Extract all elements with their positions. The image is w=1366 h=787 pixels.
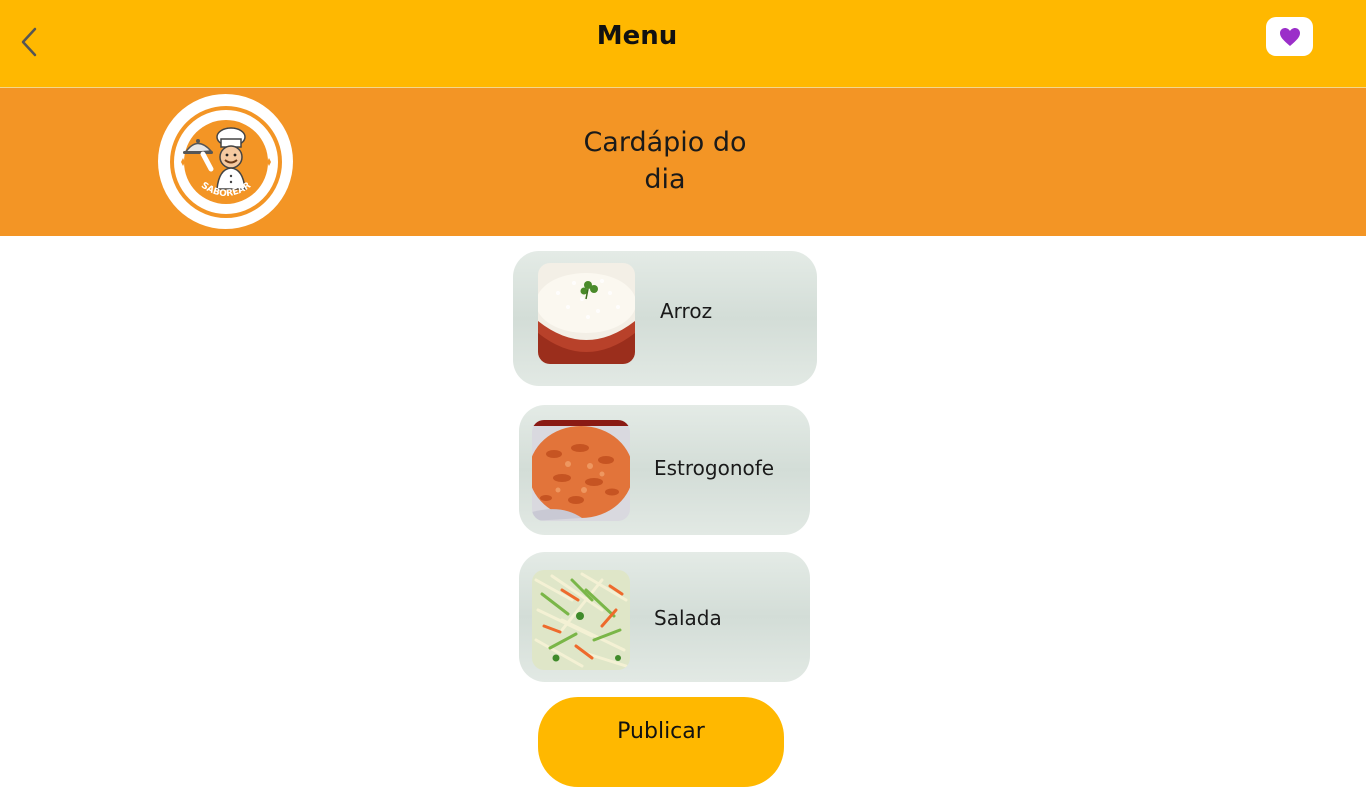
page-title: Menu	[596, 21, 678, 51]
menu-item-label: Arroz	[660, 299, 713, 323]
menu-item-label: Salada	[654, 606, 722, 630]
rice-dish-image	[538, 263, 635, 364]
menu-item-label: Estrogonofe	[654, 456, 775, 480]
publish-button-label: Publicar	[617, 719, 705, 744]
menu-banner: SABOREAR Cardápio do dia	[0, 88, 1366, 236]
stroganoff-dish-image	[532, 420, 630, 521]
top-app-bar: Menu	[0, 0, 1366, 88]
chef-logo-icon: SABOREAR	[169, 105, 282, 218]
restaurant-logo: SABOREAR	[158, 94, 293, 229]
menu-of-the-day-title: Cardápio do dia	[583, 127, 747, 195]
purple-heart-icon	[1279, 27, 1300, 46]
publish-button[interactable]: Publicar	[538, 697, 784, 787]
menu-item-salada[interactable]: Salada	[519, 552, 810, 682]
menu-item-arroz[interactable]: Arroz	[513, 251, 817, 386]
menu-item-estrogonofe[interactable]: Estrogonofe	[519, 405, 810, 535]
salad-dish-image	[532, 570, 630, 670]
favorite-button[interactable]	[1266, 17, 1313, 56]
